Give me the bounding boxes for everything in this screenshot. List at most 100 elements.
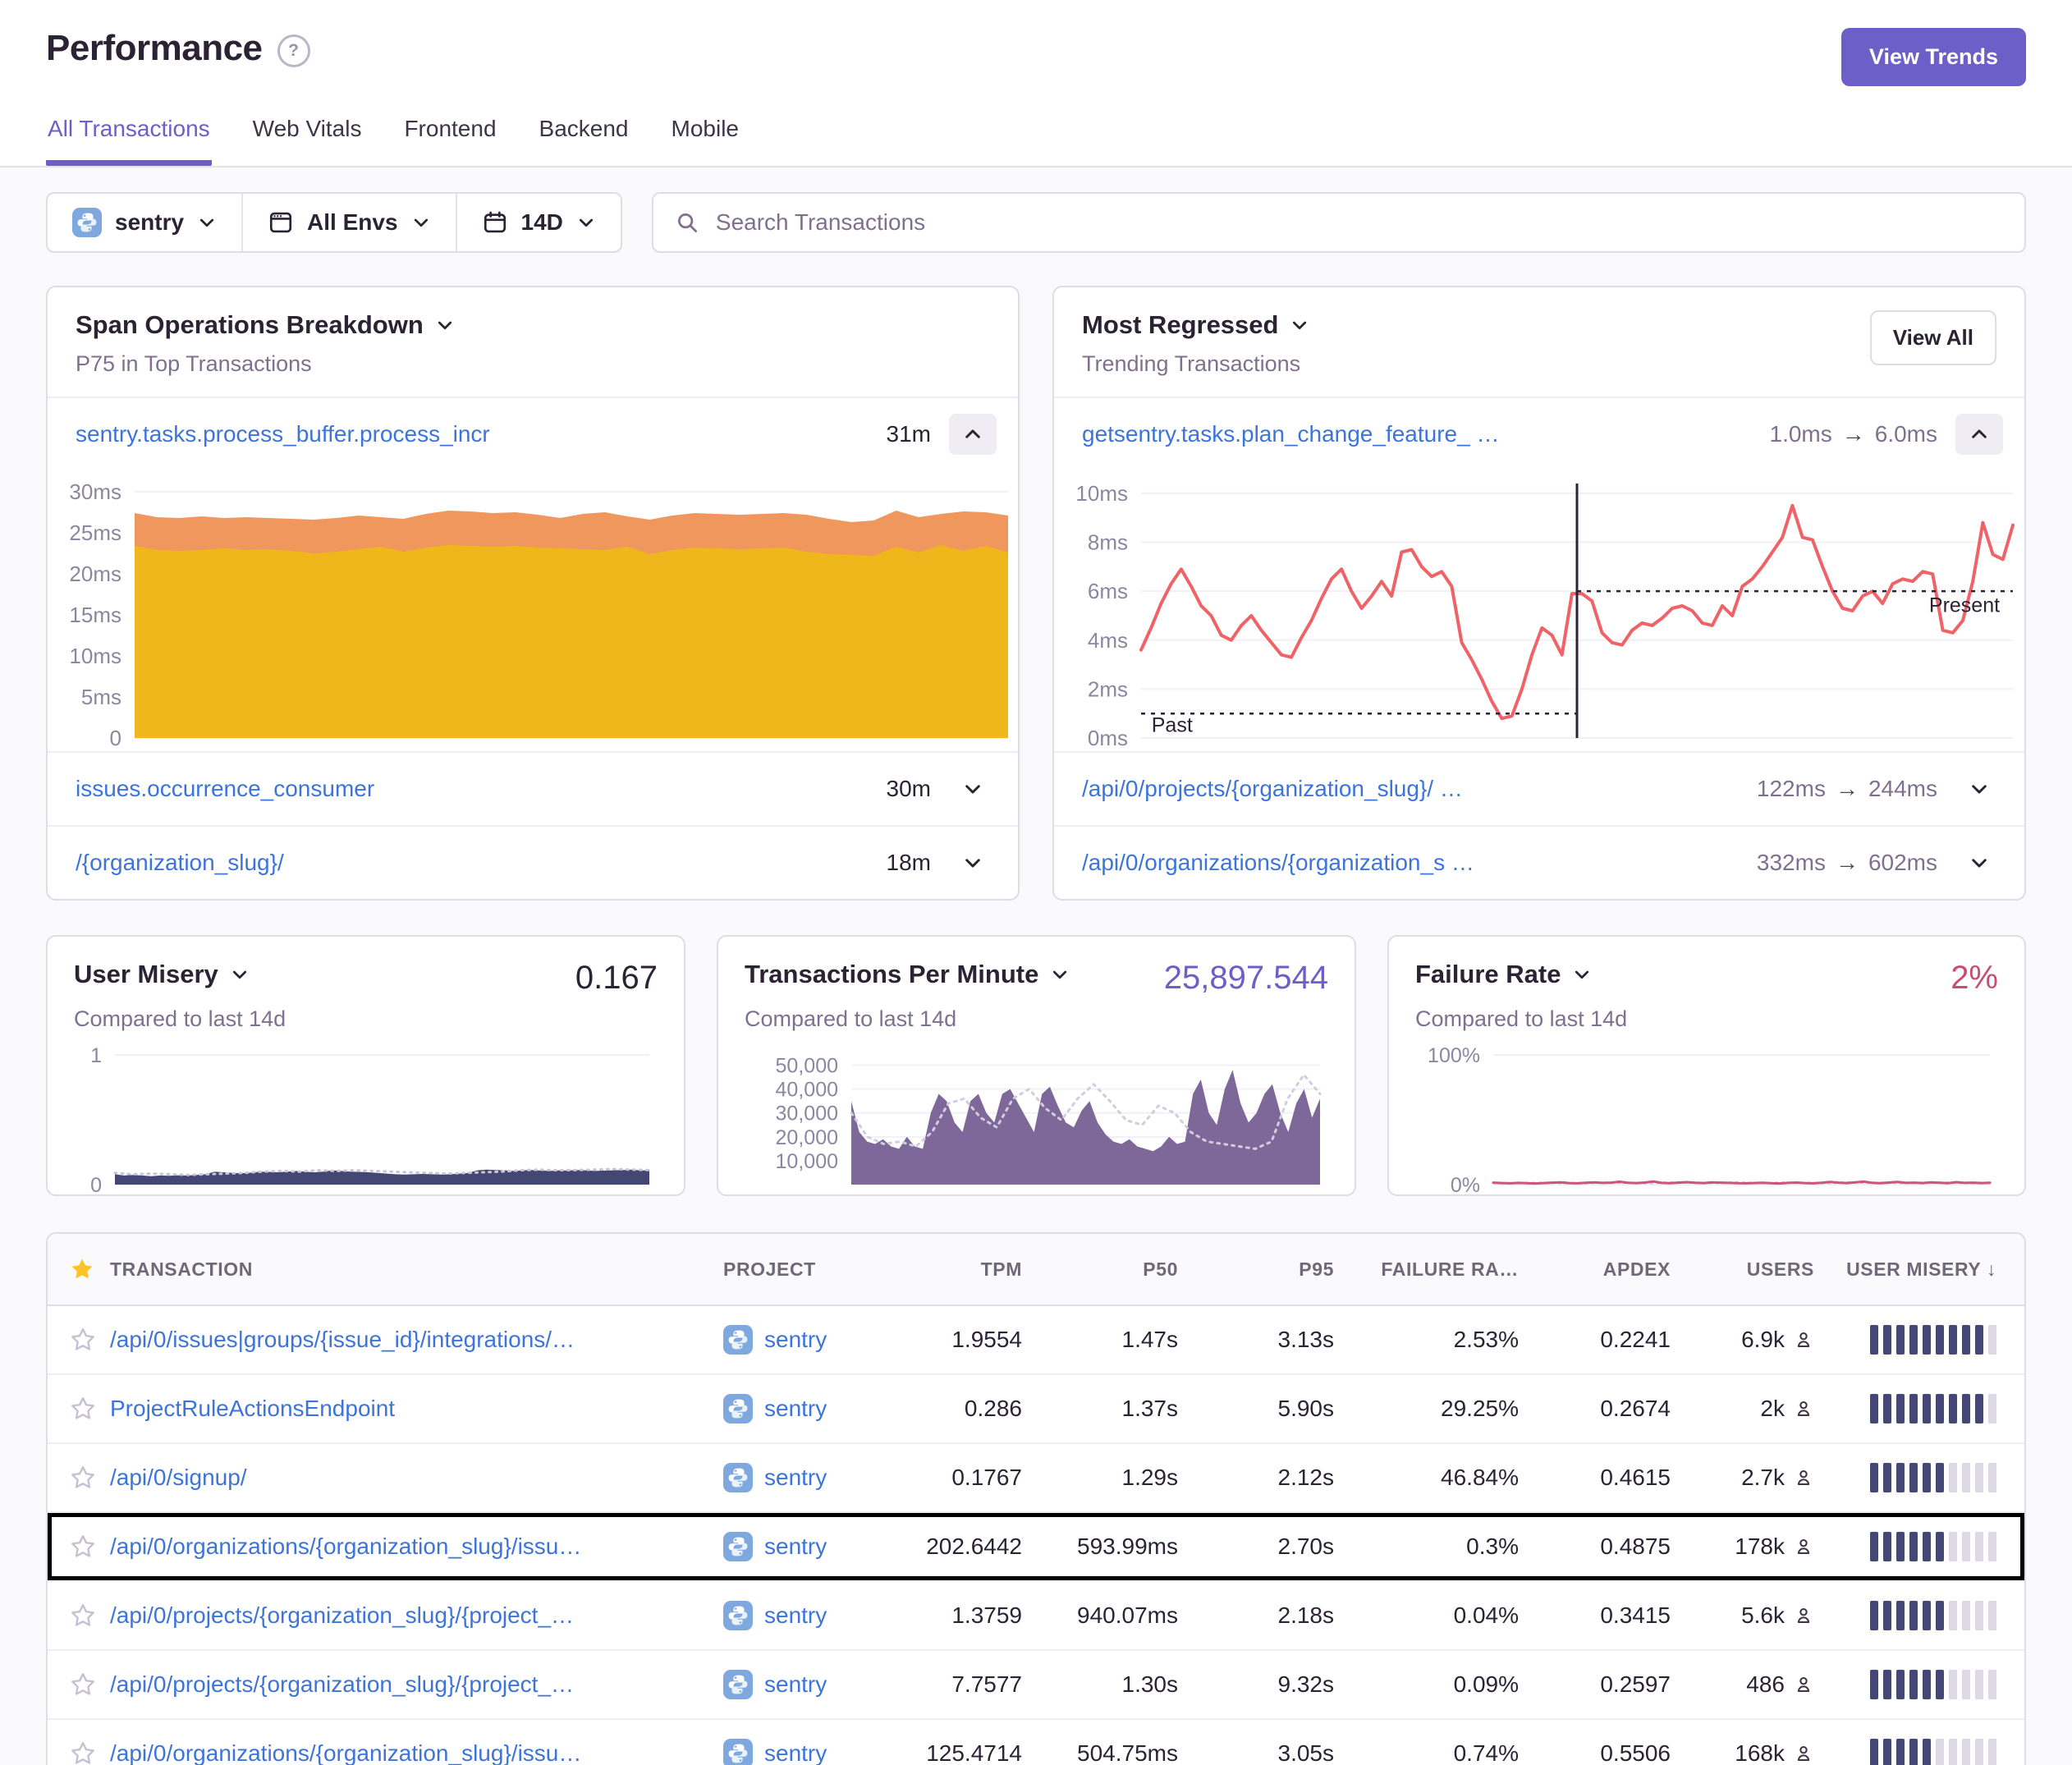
misery-bar [1883,1532,1891,1561]
transaction-link[interactable]: issues.occurrence_consumer [76,776,887,802]
cell-p50: 504.75ms [1043,1740,1199,1765]
tab-mobile[interactable]: Mobile [670,111,740,166]
expand-toggle-button[interactable] [949,768,997,809]
card-title-selector[interactable]: Failure Rate [1415,960,1592,989]
misery-bar [1909,1739,1918,1765]
project-selector-value: sentry [115,209,184,236]
cell-tpm: 1.9554 [900,1327,1043,1353]
cell-project: sentry [723,1601,900,1630]
table-row[interactable]: /api/0/signup/sentry0.17671.29s2.12s46.8… [48,1442,2024,1511]
table-row[interactable]: ProjectRuleActionsEndpointsentry0.2861.3… [48,1373,2024,1442]
table-header-row: TRANSACTION PROJECT TPM P50 P95 FAILURE … [48,1234,2024,1306]
panel-transaction-row: sentry.tasks.process_buffer.process_incr… [48,397,1018,470]
cell-apdex: 0.2241 [1540,1327,1692,1353]
transaction-link[interactable]: /api/0/projects/{organization_slug}/ … [1082,776,1757,802]
expand-toggle-button[interactable] [1955,842,2003,883]
transaction-link[interactable]: /api/0/projects/{organization_slug}/{pro… [110,1671,574,1697]
most-regressed-title-selector[interactable]: Most Regressed [1082,310,1309,340]
star-filled-icon[interactable] [69,1256,95,1282]
transaction-link[interactable]: /api/0/organizations/{organization_slug}… [110,1740,581,1765]
expand-toggle-button[interactable] [949,842,997,883]
col-header-p95[interactable]: P95 [1199,1258,1355,1281]
misery-bar [1949,1463,1957,1492]
misery-bar [1870,1463,1878,1492]
user-icon [1793,1329,1814,1350]
star-outline-icon[interactable] [69,1326,97,1354]
tab-backend[interactable]: Backend [538,111,630,166]
transaction-link[interactable]: /api/0/projects/{organization_slug}/{pro… [110,1602,574,1628]
transaction-link[interactable]: getsentry.tasks.plan_change_feature_ … [1082,421,1770,447]
expand-toggle-button[interactable] [949,414,997,455]
misery-bar [1975,1739,1983,1765]
cell-apdex: 0.2674 [1540,1396,1692,1422]
col-header-transaction[interactable]: TRANSACTION [110,1258,723,1281]
svg-text:50,000: 50,000 [776,1055,838,1078]
misery-bar [1949,1739,1957,1765]
tab-web-vitals[interactable]: Web Vitals [251,111,364,166]
span-ops-title-selector[interactable]: Span Operations Breakdown [76,310,455,340]
metric-card-failure-rate: Failure Rate2%Compared to last 14d100%0% [1387,935,2026,1196]
page-filters: sentry All Envs 14D [46,192,622,253]
project-link[interactable]: sentry [764,1740,827,1765]
project-link[interactable]: sentry [764,1465,827,1491]
view-all-button[interactable]: View All [1870,310,1996,365]
transaction-link[interactable]: /api/0/signup/ [110,1465,247,1490]
project-link[interactable]: sentry [764,1533,827,1560]
col-header-tpm[interactable]: TPM [900,1258,1043,1281]
star-outline-icon[interactable] [69,1740,97,1765]
transaction-link[interactable]: /{organization_slug}/ [76,850,887,876]
star-outline-icon[interactable] [69,1395,97,1423]
date-range-selector[interactable]: 14D [456,194,621,251]
table-row[interactable]: /api/0/organizations/{organization_slug}… [48,1718,2024,1765]
expand-toggle-button[interactable] [1955,414,2003,455]
star-outline-icon[interactable] [69,1671,97,1699]
project-link[interactable]: sentry [764,1327,827,1353]
table-row[interactable]: /api/0/projects/{organization_slug}/{pro… [48,1649,2024,1718]
help-icon[interactable]: ? [277,34,310,67]
star-outline-icon[interactable] [69,1533,97,1561]
search-box [652,192,2026,253]
project-link[interactable]: sentry [764,1396,827,1422]
cell-p50: 1.37s [1043,1396,1199,1422]
card-title-selector[interactable]: User Misery [74,960,250,989]
expand-toggle-button[interactable] [1955,768,2003,809]
transaction-link[interactable]: ProjectRuleActionsEndpoint [110,1396,395,1421]
col-header-users[interactable]: USERS [1692,1258,1836,1281]
performance-page: Performance ? View Trends All Transactio… [0,0,2072,1765]
svg-text:Present: Present [1929,594,2000,617]
card-title-selector[interactable]: Transactions Per Minute [745,960,1070,989]
metric-card-user-misery: User Misery0.167Compared to last 14d10 [46,935,685,1196]
tab-all-transactions[interactable]: All Transactions [46,111,212,166]
project-link[interactable]: sentry [764,1602,827,1629]
panel-title-text: Span Operations Breakdown [76,310,424,340]
search-input[interactable] [714,209,2003,236]
calendar-icon [482,209,508,236]
cell-users: 5.6k [1692,1602,1836,1629]
col-header-p50[interactable]: P50 [1043,1258,1199,1281]
transaction-link[interactable]: /api/0/organizations/{organization_slug}… [110,1533,581,1559]
transaction-link[interactable]: sentry.tasks.process_buffer.process_incr [76,421,887,447]
col-header-user-misery[interactable]: USER MISERY ↓ [1836,1258,2024,1281]
tab-bar: All Transactions Web Vitals Frontend Backen… [0,111,2072,167]
svg-text:25ms: 25ms [69,520,121,545]
table-row[interactable]: /api/0/issues|groups/{issue_id}/integrat… [48,1306,2024,1373]
cell-user-misery [1836,1325,2024,1355]
svg-text:5ms: 5ms [81,685,121,709]
table-row[interactable]: /api/0/projects/{organization_slug}/{pro… [48,1580,2024,1649]
cell-failure-rate: 29.25% [1355,1396,1540,1422]
table-row[interactable]: /api/0/organizations/{organization_slug}… [48,1511,2024,1580]
project-link[interactable]: sentry [764,1671,827,1698]
environment-selector[interactable]: All Envs [241,194,455,251]
transaction-link[interactable]: /api/0/issues|groups/{issue_id}/integrat… [110,1327,575,1352]
tab-frontend[interactable]: Frontend [402,111,497,166]
cell-apdex: 0.2597 [1540,1671,1692,1698]
transaction-link[interactable]: /api/0/organizations/{organization_s … [1082,850,1757,876]
col-header-apdex[interactable]: APDEX [1540,1258,1692,1281]
star-outline-icon[interactable] [69,1602,97,1630]
view-trends-button[interactable]: View Trends [1841,28,2026,86]
widget-panels: Span Operations Breakdown P75 in Top Tra… [46,286,2026,901]
col-header-project[interactable]: PROJECT [723,1258,900,1281]
col-header-failure-rate[interactable]: FAILURE RA… [1355,1258,1540,1281]
star-outline-icon[interactable] [69,1464,97,1492]
project-selector[interactable]: sentry [48,194,241,251]
